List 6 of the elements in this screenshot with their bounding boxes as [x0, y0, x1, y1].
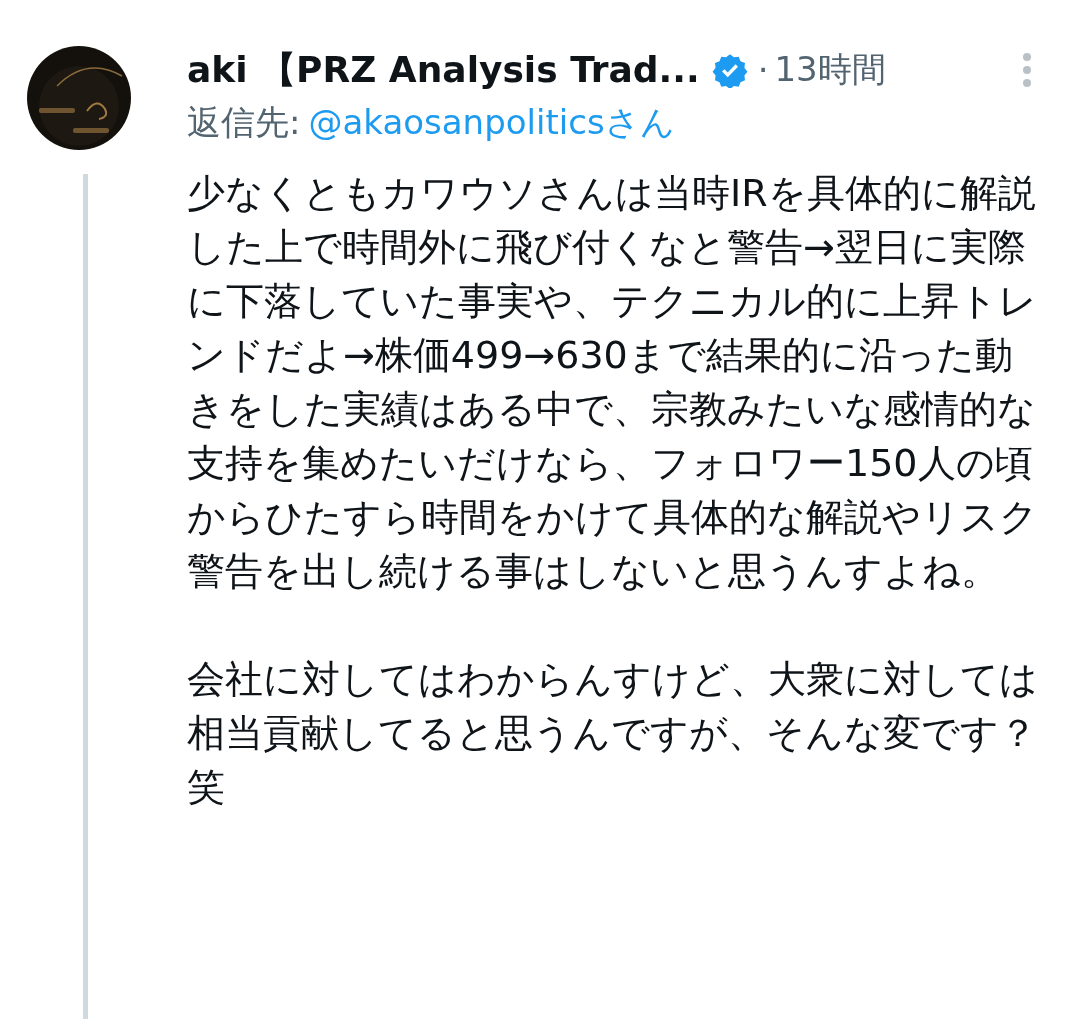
- author-name[interactable]: aki 【PRZ Analysis Trad...: [187, 45, 700, 95]
- separator-dot: ·: [757, 50, 769, 90]
- reply-label: 返信先:: [187, 102, 301, 142]
- tweet-text: 会社に対してはわからんすけど、大衆に対しては相当貢献してると思うんですが、そんな変です？笑: [187, 656, 1039, 811]
- timestamp[interactable]: 13時間: [774, 47, 886, 93]
- tweet-text: 少なくともカワウソさんは当時IRを具体的に解説した上で時間外に飛び付くなと警告→翌日に実際に下落していた事実や、テクニカル的に上昇トレンドだよ→株価499→630まで結果的に沿った動きをした実績はある中で、宗教みたいな感情的な支持を集めたいだけなら、フォロワー150人の頃からひたすら時間をかけて具体的な解説やリスク警告を出し続ける事はしないと思うんすよね。: [187, 170, 1039, 595]
